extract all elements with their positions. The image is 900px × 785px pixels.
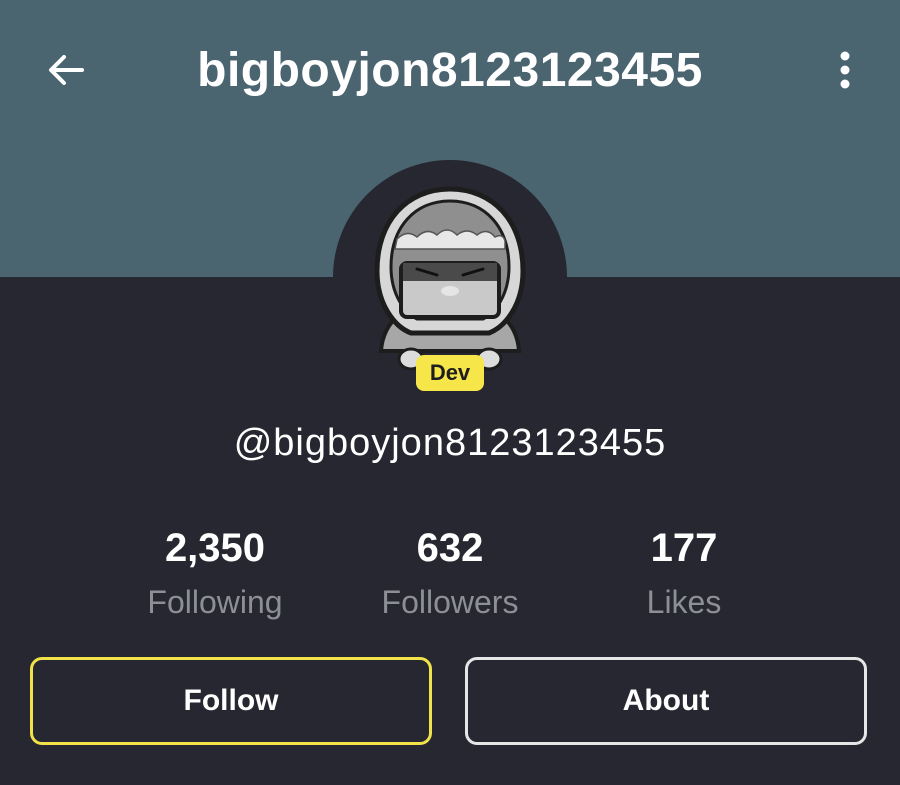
stat-followers[interactable]: 632 Followers <box>340 522 560 628</box>
stat-label: Followers <box>381 584 519 620</box>
dev-badge: Dev <box>416 355 484 391</box>
arrow-left-icon <box>49 55 84 85</box>
avatar[interactable] <box>371 183 529 373</box>
more-vertical-icon <box>840 51 850 89</box>
about-button[interactable]: About <box>465 657 867 745</box>
page-title: bigboyjon8123123455 <box>197 44 703 97</box>
stat-following[interactable]: 2,350 Following <box>105 522 325 628</box>
back-button[interactable] <box>36 40 96 100</box>
username-handle: @bigboyjon8123123455 <box>233 422 667 464</box>
top-bar: bigboyjon8123123455 <box>0 0 900 140</box>
follow-button[interactable]: Follow <box>30 657 432 745</box>
stat-value: 632 <box>416 526 484 570</box>
stat-value: 2,350 <box>164 526 266 570</box>
stat-label: Likes <box>646 584 722 620</box>
more-options-button[interactable] <box>815 40 875 100</box>
stat-value: 177 <box>650 526 718 570</box>
stat-label: Following <box>147 584 283 620</box>
stat-likes[interactable]: 177 Likes <box>574 522 794 628</box>
